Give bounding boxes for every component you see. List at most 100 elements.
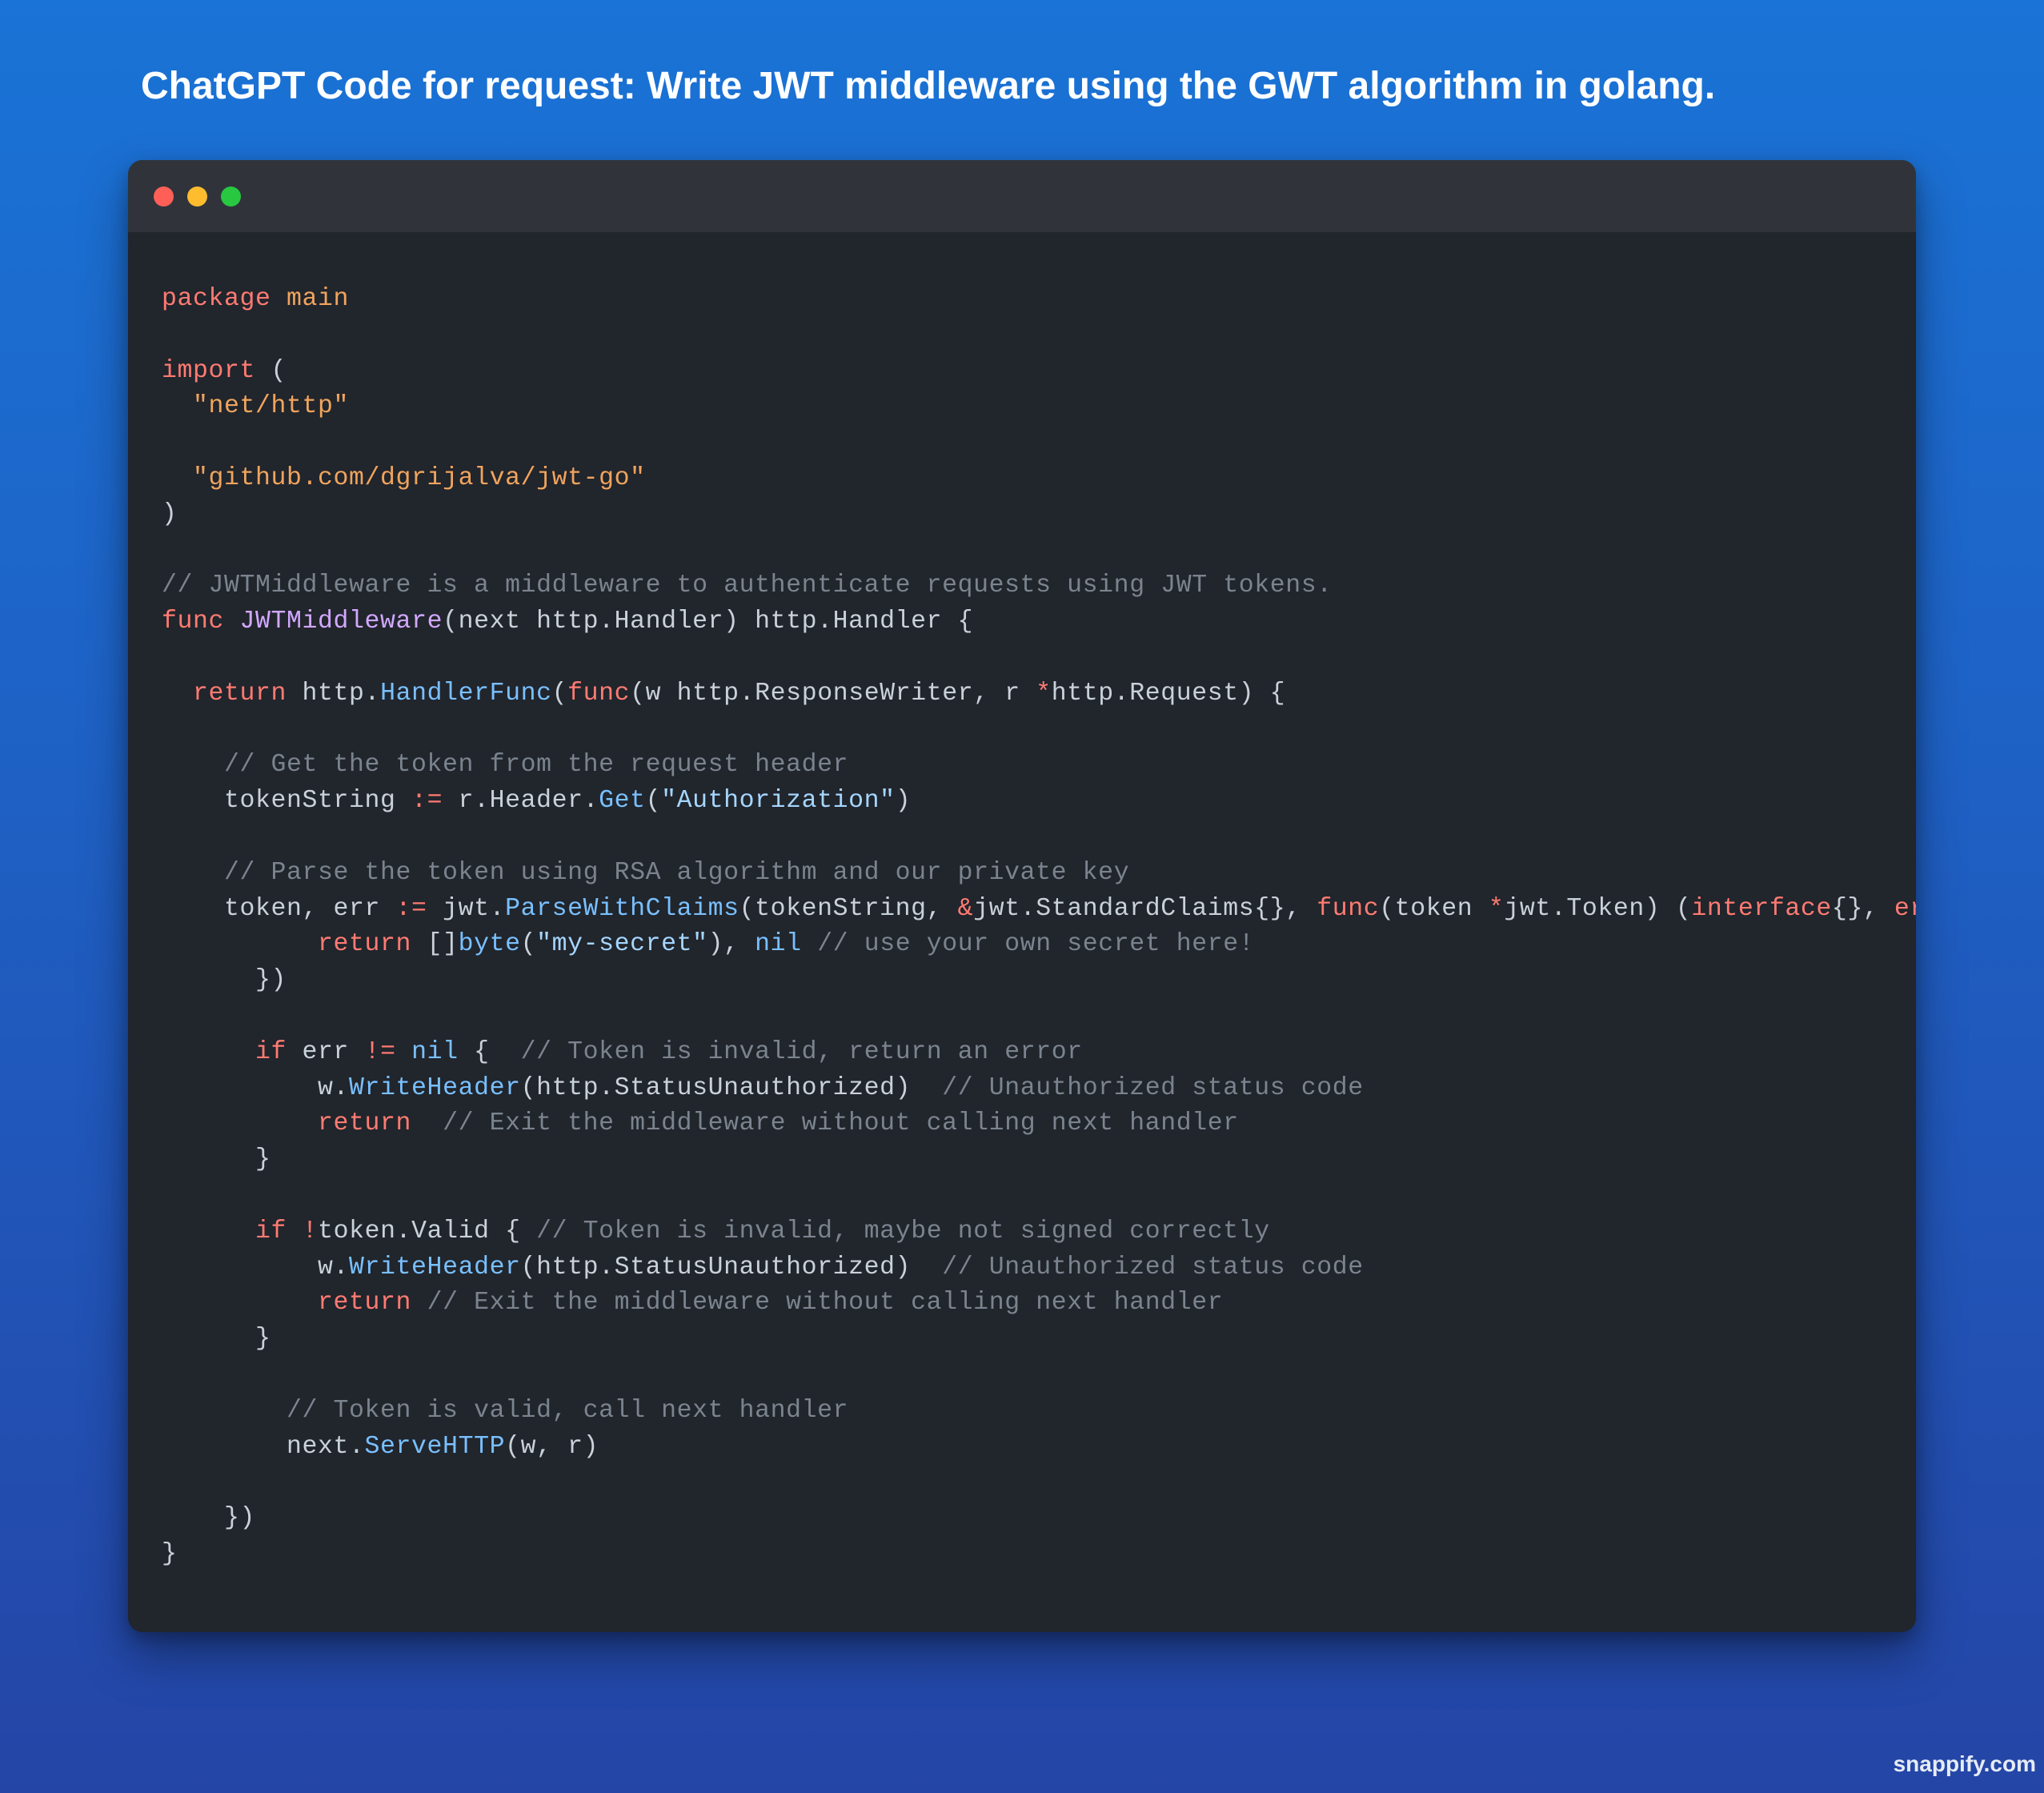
- code-token-method: Get: [599, 787, 646, 816]
- code-token-keyword: &: [957, 894, 974, 923]
- code-token-plain: token.Valid {: [318, 1217, 537, 1245]
- code-token-comment: // Unauthorized status code: [942, 1073, 1364, 1102]
- code-token-plain: w.: [162, 1253, 350, 1282]
- code-line: w.WriteHeader(http.StatusUnauthorized) /…: [162, 1071, 1916, 1107]
- code-window: package main import ( "net/http" "github…: [128, 160, 1916, 1632]
- code-token-plain: (tokenString,: [739, 894, 958, 923]
- code-line: token, err := jwt.ParseWithClaims(tokenS…: [162, 892, 1916, 928]
- code-token-plain: (http.StatusUnauthorized): [520, 1253, 943, 1282]
- code-token-plain: next.: [162, 1432, 365, 1461]
- code-token-plain: jwt.StandardClaims{},: [973, 894, 1317, 923]
- code-token-keyword: :=: [395, 894, 427, 923]
- code-token-plain: http.Request) {: [1051, 679, 1286, 708]
- code-token-comment: // Exit the middleware without calling n…: [443, 1109, 1239, 1138]
- code-token-comment: // Unauthorized status code: [942, 1253, 1364, 1282]
- code-token-comment: // use your own secret here!: [817, 930, 1255, 959]
- code-token-plain: {: [458, 1037, 521, 1066]
- code-token-plain: }): [162, 966, 287, 995]
- code-token-keyword: return: [193, 679, 287, 708]
- code-token-method: nil: [411, 1037, 459, 1066]
- close-window-dot-icon[interactable]: [154, 187, 174, 207]
- code-token-plain: (: [255, 356, 287, 385]
- code-token-plain: ): [162, 499, 178, 528]
- watermark: snappify.com: [1893, 1751, 2036, 1776]
- code-line: // Parse the token using RSA algorithm a…: [162, 856, 1916, 892]
- code-line: }): [162, 963, 1916, 999]
- code-token-keyword: func: [567, 679, 631, 708]
- code-token-plain: }: [162, 1539, 178, 1568]
- code-token-keyword: if: [255, 1037, 287, 1066]
- code-token-plain: ),: [707, 930, 755, 959]
- code-token-comment: // Parse the token using RSA algorithm a…: [224, 858, 1130, 887]
- code-line: // Get the token from the request header: [162, 748, 1916, 784]
- code-token-method: HandlerFunc: [380, 679, 552, 708]
- code-token-plain: }: [162, 1325, 271, 1354]
- code-token-plain: err: [287, 1037, 365, 1066]
- code-token-comment: // Token is invalid, maybe not signed co…: [536, 1217, 1270, 1245]
- page-title: ChatGPT Code for request: Write JWT midd…: [141, 65, 1716, 107]
- code-token-comment: // Exit the middleware without calling n…: [427, 1289, 1224, 1318]
- code-token-keyword: import: [162, 356, 256, 385]
- code-token-plain: }: [162, 1145, 271, 1174]
- code-line: }: [162, 1537, 1916, 1573]
- window-title-bar: [128, 160, 1916, 232]
- code-token-keyword: return: [318, 1289, 412, 1318]
- code-token-string: "Authorization": [661, 787, 896, 816]
- code-line: }): [162, 1501, 1916, 1537]
- code-token-plain: http.: [287, 679, 381, 708]
- code-token-method: nil: [755, 930, 802, 959]
- code-block: package main import ( "net/http" "github…: [162, 282, 1916, 1632]
- code-token-keyword: return: [318, 930, 412, 959]
- code-line: w.WriteHeader(http.StatusUnauthorized) /…: [162, 1250, 1916, 1286]
- code-line: if err != nil { // Token is invalid, ret…: [162, 1035, 1916, 1071]
- code-line: next.ServeHTTP(w, r): [162, 1430, 1916, 1466]
- code-line: package main: [162, 282, 1916, 318]
- code-token-plain: (: [551, 679, 568, 708]
- code-token-method: byte: [458, 930, 521, 959]
- code-token-method: ServeHTTP: [364, 1432, 506, 1461]
- minimize-window-dot-icon[interactable]: [187, 187, 207, 207]
- code-line: return []byte("my-secret"), nil // use y…: [162, 927, 1916, 963]
- code-line: "github.com/dgrijalva/jwt-go": [162, 461, 1916, 497]
- code-line: return // Exit the middleware without ca…: [162, 1106, 1916, 1142]
- code-token-comment: // JWTMiddleware is a middleware to auth…: [162, 572, 1333, 600]
- code-token-keyword: error: [1894, 894, 1916, 923]
- code-line: if !token.Valid { // Token is invalid, m…: [162, 1214, 1916, 1250]
- code-token-plain: tokenString: [162, 787, 412, 816]
- code-line: import (: [162, 354, 1916, 390]
- zoom-window-dot-icon[interactable]: [221, 187, 241, 207]
- code-token-keyword: interface: [1691, 894, 1832, 923]
- code-token-keyword: func: [162, 608, 225, 636]
- code-token-plain: (http.StatusUnauthorized): [520, 1073, 943, 1102]
- code-token-plain: token, err: [162, 894, 396, 923]
- code-token-keyword: !=: [364, 1037, 396, 1066]
- code-token-keyword: *: [1488, 894, 1505, 923]
- code-token-keyword: :=: [411, 787, 443, 816]
- code-token-plain: }): [162, 1504, 256, 1533]
- code-token-plain: (token: [1379, 894, 1489, 923]
- code-token-import-string: "net/http": [193, 392, 350, 421]
- code-token-import-string: "github.com/dgrijalva/jwt-go": [193, 463, 646, 492]
- code-token-keyword: !: [302, 1217, 319, 1245]
- code-token-plain: (next http.Handler) http.Handler {: [443, 608, 974, 636]
- code-line: ): [162, 497, 1916, 533]
- code-token-plain: ): [895, 787, 912, 816]
- code-token-plain: jwt.: [427, 894, 506, 923]
